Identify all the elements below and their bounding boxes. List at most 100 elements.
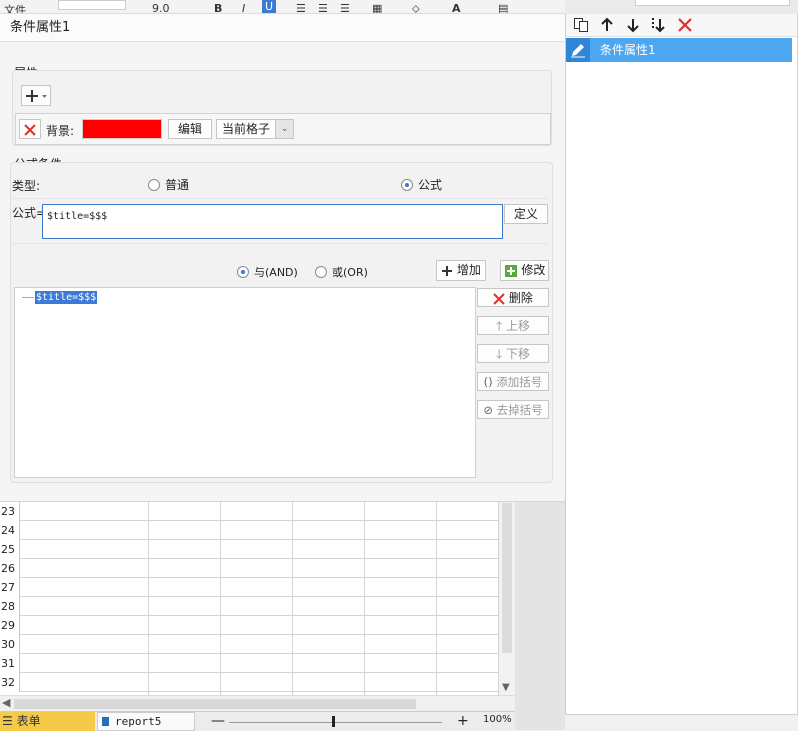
border-icon[interactable]: ▦ — [372, 2, 382, 13]
type-label: 类型: — [12, 179, 41, 193]
radio-selected-icon — [237, 266, 249, 278]
add-bracket-button[interactable]: () 添加括号 — [477, 372, 549, 391]
tree-connector — [22, 297, 34, 298]
align-right-icon[interactable]: ☰ — [340, 2, 350, 13]
font-size-field[interactable]: 9.0 — [152, 2, 170, 13]
attributes-group: 背景: 编辑 当前格子 ⌄ — [12, 70, 552, 146]
row-number[interactable]: 25 — [0, 540, 20, 559]
divider — [12, 243, 548, 244]
zoom-in-button[interactable]: + — [457, 712, 469, 730]
formula-label: 公式= — [12, 206, 47, 220]
add-button-label: 增加 — [456, 263, 481, 277]
grid-row[interactable]: 25 — [0, 540, 499, 559]
row-number[interactable]: 27 — [0, 578, 20, 597]
row-number[interactable]: 30 — [0, 635, 20, 654]
row-number[interactable]: 24 — [0, 521, 20, 540]
font-name-field[interactable] — [58, 0, 126, 10]
italic-button[interactable]: I — [242, 2, 245, 13]
header-field — [635, 0, 790, 6]
add-attribute-button[interactable] — [21, 85, 51, 106]
zoom-slider-handle[interactable] — [332, 716, 335, 727]
formula-input[interactable]: $title=$$$ — [42, 204, 503, 239]
edit-button[interactable]: 编辑 — [168, 119, 212, 139]
sheet-tab-report[interactable]: report5 — [97, 712, 195, 731]
move-up-button[interactable]: 🡑 上移 — [477, 316, 549, 335]
vertical-scrollbar[interactable]: ▼ — [499, 501, 515, 695]
paint-bucket-icon[interactable]: ⬦ — [412, 2, 420, 13]
row-number[interactable]: 29 — [0, 616, 20, 635]
font-color-icon[interactable]: A — [452, 2, 461, 13]
add-bracket-label: 添加括号 — [496, 375, 543, 389]
move-up-icon[interactable] — [599, 17, 615, 33]
type-formula-radio[interactable]: 公式 — [401, 176, 442, 193]
grid-row[interactable]: 30 — [0, 635, 499, 654]
radio-icon — [315, 266, 327, 278]
logic-or-radio[interactable]: 或(OR) — [315, 264, 368, 280]
grid-row[interactable]: 31 — [0, 654, 499, 673]
grid-row[interactable]: 24 — [0, 521, 499, 540]
align-center-icon[interactable]: ☰ — [318, 2, 328, 13]
row-number[interactable]: 28 — [0, 597, 20, 616]
radio-icon — [148, 178, 160, 191]
zoom-slider[interactable] — [229, 722, 442, 723]
move-down-icon[interactable] — [625, 17, 641, 33]
scope-value: 当前格子 — [222, 122, 271, 136]
delete-icon[interactable] — [677, 17, 693, 33]
row-number[interactable]: 26 — [0, 559, 20, 578]
delete-button[interactable]: 删除 — [477, 288, 549, 307]
horizontal-scrollbar[interactable]: ◀ — [0, 695, 515, 711]
report-icon — [102, 717, 109, 726]
grid-icon[interactable]: ▤ — [498, 2, 508, 13]
move-up-label: 上移 — [506, 319, 531, 333]
align-left-icon[interactable]: ☰ — [296, 2, 306, 13]
copy-icon[interactable] — [573, 17, 589, 33]
row-number[interactable]: 32 — [0, 673, 20, 692]
dialog-title: 条件属性1 — [0, 14, 565, 42]
remove-bracket-button[interactable]: ⊘ 去掉括号 — [477, 400, 549, 419]
grid-row[interactable]: 23 — [0, 502, 499, 521]
condition-attribute-dialog: 条件属性1 属性: 背景: 编辑 当前格子 ⌄ 公式条件 类型: 普通 公式 公… — [0, 14, 565, 502]
tree-item[interactable]: $title=$$$ — [22, 291, 98, 304]
background-label: 背景: — [46, 124, 75, 138]
scroll-thumb[interactable] — [502, 503, 512, 653]
type-normal-radio[interactable]: 普通 — [148, 176, 189, 193]
chevron-down-icon: ⌄ — [275, 120, 293, 138]
grid-row[interactable]: 32 — [0, 673, 499, 692]
sheet-tab-form[interactable]: ☰ 表单 — [0, 712, 95, 731]
row-number[interactable]: 31 — [0, 654, 20, 673]
spreadsheet-grid[interactable]: 23 24 25 26 27 28 29 30 31 32 — [0, 501, 515, 695]
move-down-button[interactable]: 🡓 下移 — [477, 344, 549, 363]
remove-attribute-button[interactable] — [19, 119, 41, 139]
file-menu[interactable]: 文件 — [4, 2, 26, 13]
grid-row[interactable]: 28 — [0, 597, 499, 616]
grid-row[interactable]: 26 — [0, 559, 499, 578]
bracket-icon: () — [483, 375, 493, 389]
modify-button-label: 修改 — [521, 263, 546, 277]
zoom-level: 100% — [483, 714, 512, 725]
modify-condition-button[interactable]: 修改 — [500, 260, 549, 281]
tree-item-label: $title=$$$ — [35, 291, 98, 304]
zoom-out-button[interactable]: — — [211, 712, 225, 730]
radio-label: 或(OR) — [332, 266, 368, 279]
grid-row[interactable]: 29 — [0, 616, 499, 635]
condition-tree[interactable]: $title=$$$ — [14, 287, 476, 478]
grid-row[interactable]: 27 — [0, 578, 499, 597]
define-button[interactable]: 定义 — [504, 204, 548, 224]
add-condition-button[interactable]: 增加 — [436, 260, 486, 281]
radio-selected-icon — [401, 178, 413, 191]
condition-list-item-label: 条件属性1 — [600, 43, 656, 57]
scroll-thumb[interactable] — [14, 699, 416, 709]
move-to-bottom-icon[interactable] — [650, 17, 666, 33]
status-bar: ☰ 表单 report5 — + 100% — [0, 711, 565, 731]
background-toolbar: 文件 9.0 B I U ☰ ☰ ☰ ▦ ⬦ A ▤ — [0, 0, 565, 14]
condition-list-item[interactable]: 条件属性1 — [566, 38, 792, 62]
bold-button[interactable]: B — [214, 2, 222, 13]
row-number[interactable]: 23 — [0, 502, 20, 521]
scroll-left-icon[interactable]: ◀ — [2, 696, 10, 709]
underline-button[interactable]: U — [262, 0, 277, 13]
logic-and-radio[interactable]: 与(AND) — [237, 264, 298, 280]
scope-select[interactable]: 当前格子 ⌄ — [216, 119, 294, 139]
background-color-swatch[interactable] — [82, 119, 162, 139]
report-tab-label: report5 — [115, 715, 162, 728]
scroll-down-icon[interactable]: ▼ — [502, 682, 510, 693]
